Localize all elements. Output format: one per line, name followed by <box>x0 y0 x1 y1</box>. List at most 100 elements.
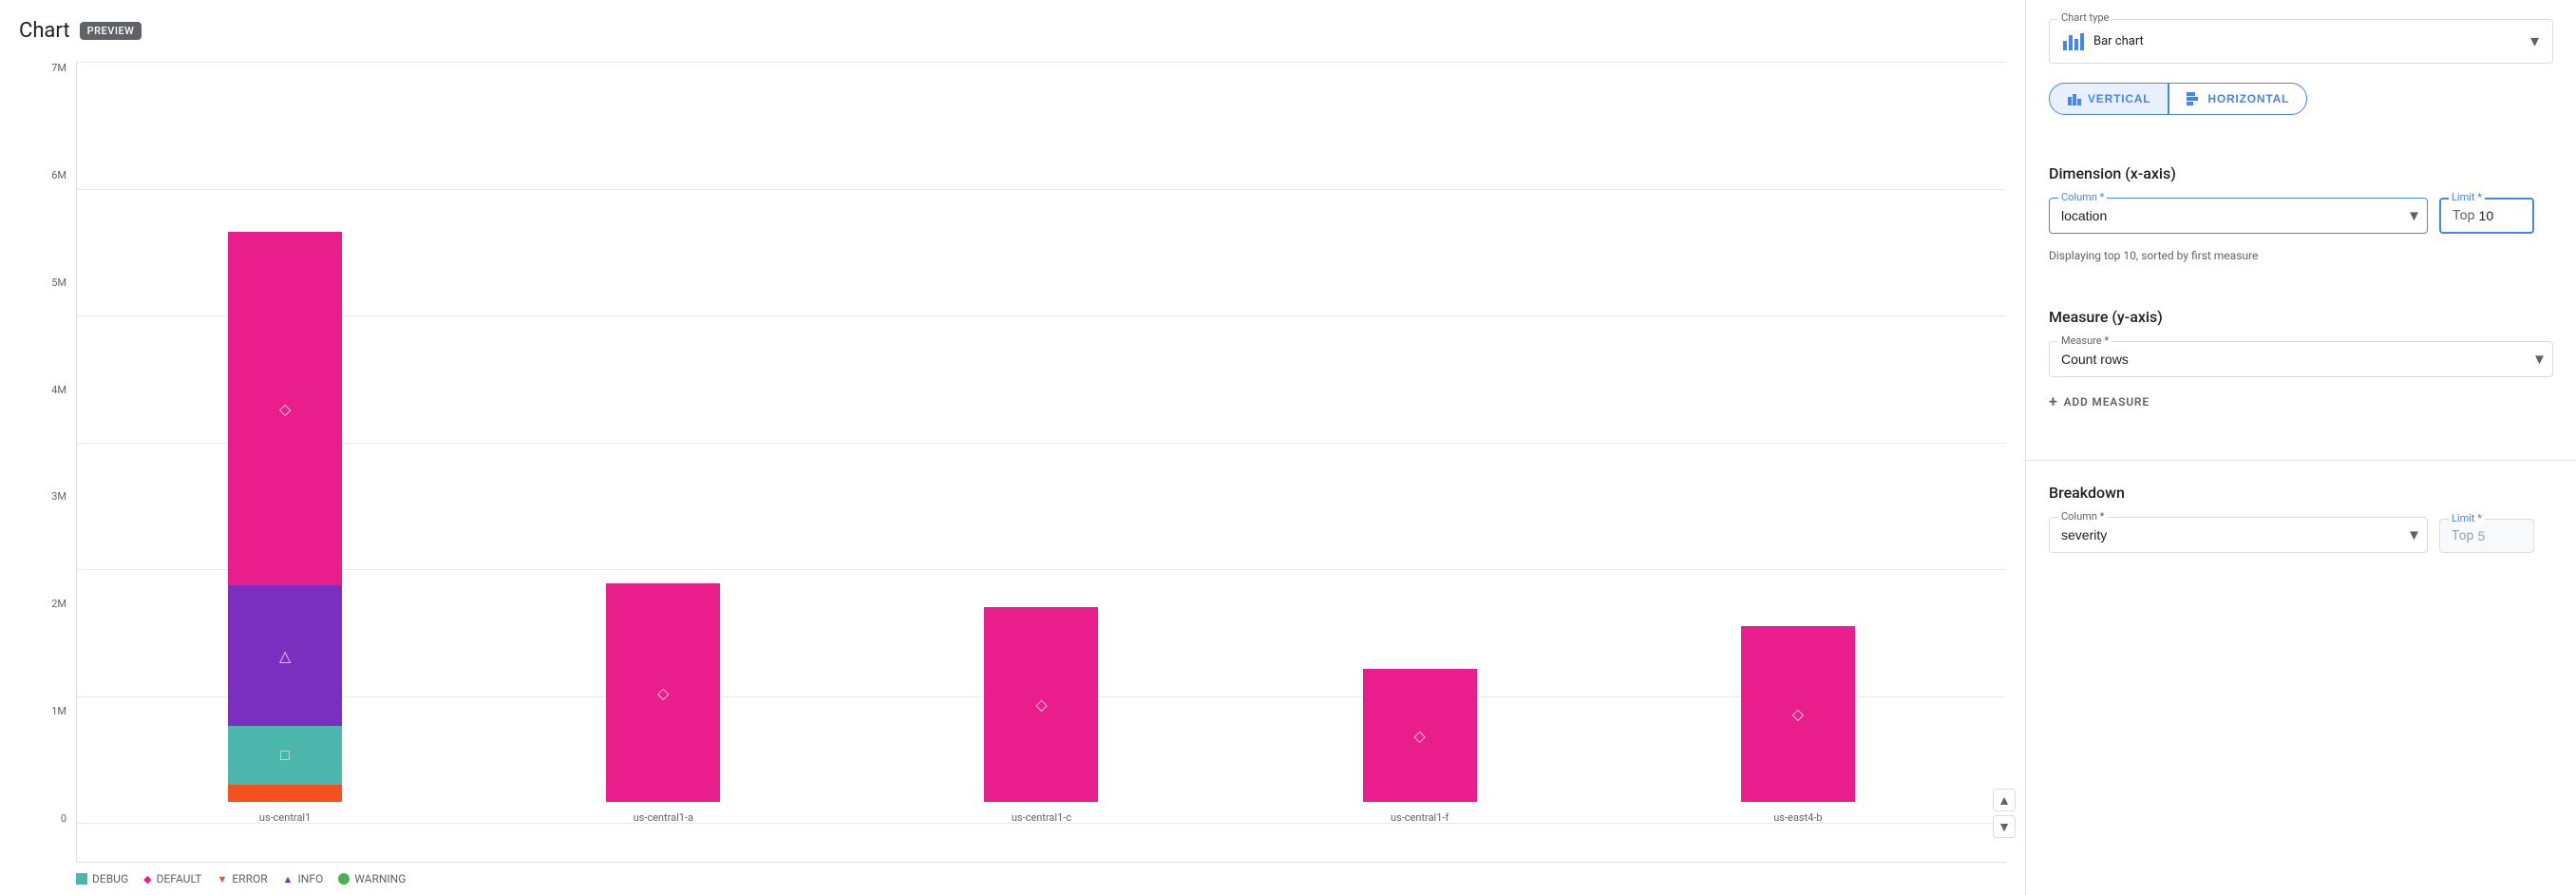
chart-type-label: Chart type <box>2058 11 2112 24</box>
bar-stack: ◇ <box>1363 669 1477 802</box>
info-shape: ▲ <box>283 873 294 885</box>
chart-container: 7M 6M 5M 4M 3M 2M 1M 0 <box>19 62 2006 885</box>
default-icon: ◇ <box>1035 695 1047 714</box>
measure-select-wrapper: Count rows ▾ <box>2049 341 2553 377</box>
bar-chart-icon <box>2063 33 2084 50</box>
column-label: Column * <box>2058 191 2107 203</box>
breakdown-limit-wrapper: Limit * Top <box>2439 519 2553 553</box>
preview-badge: PREVIEW <box>80 22 142 40</box>
dimension-field-row: Column * location ▾ Limit * Top <box>2049 198 2553 234</box>
y-label-7m: 7M <box>51 62 66 74</box>
default-label: DEFAULT <box>157 872 202 885</box>
bar-stack: ◇ <box>984 607 1098 802</box>
legend: DEBUG ◆ DEFAULT ▼ ERROR ▲ INFO WARNING <box>19 863 2006 885</box>
error-label: ERROR <box>232 872 267 885</box>
plus-icon: + <box>2049 392 2058 410</box>
legend-warning: WARNING <box>338 872 406 885</box>
orientation-buttons: VERTICAL HORIZONTAL <box>2049 83 2553 115</box>
bar-col-us-central1: □ △ ◇ us-central1 <box>228 232 342 824</box>
legend-info: ▲ INFO <box>283 872 324 885</box>
legend-error: ▼ ERROR <box>217 872 267 885</box>
bar-col-us-central1-f: ◇ us-central1-f <box>1363 669 1477 824</box>
y-label-6m: 6M <box>51 169 66 181</box>
chart-type-section: Chart type Bar chart ▾ <box>2049 19 2553 138</box>
measure-select[interactable]: Count rows <box>2049 341 2553 377</box>
y-label-1m: 1M <box>51 705 66 717</box>
x-label-us-central1-a: us-central1-a <box>634 811 693 824</box>
legend-default: ◆ DEFAULT <box>143 872 201 885</box>
breakdown-title: Breakdown <box>2049 484 2553 502</box>
y-label-2m: 2M <box>51 598 66 610</box>
measure-title: Measure (y-axis) <box>2049 308 2553 326</box>
y-axis: 7M 6M 5M 4M 3M 2M 1M 0 <box>19 62 76 863</box>
x-label-us-central1-f: us-central1-f <box>1391 811 1449 824</box>
debug-label: DEBUG <box>92 872 128 885</box>
chart-type-dropdown[interactable]: Bar chart ▾ <box>2049 19 2553 64</box>
add-measure-button[interactable]: + ADD MEASURE <box>2049 392 2553 410</box>
breakdown-top-prefix: Top <box>2452 528 2474 543</box>
chart-type-arrow-icon: ▾ <box>2530 31 2539 51</box>
bar-segment-default: ◇ <box>228 232 342 585</box>
add-measure-label: ADD MEASURE <box>2064 395 2150 409</box>
info-label: INFO <box>298 872 324 885</box>
vertical-label: VERTICAL <box>2088 92 2150 105</box>
vertical-orientation-button[interactable]: VERTICAL <box>2049 83 2169 115</box>
horizontal-icon <box>2187 91 2202 106</box>
dimension-hint: Displaying top 10, sorted by first measu… <box>2049 249 2553 262</box>
y-label-4m: 4M <box>51 384 66 396</box>
limit-input[interactable] <box>2479 208 2508 223</box>
dimension-section: Dimension (x-axis) Column * location ▾ L… <box>2049 164 2553 281</box>
default-shape: ◆ <box>143 873 151 885</box>
default-icon: ◇ <box>657 684 669 702</box>
breakdown-section: Breakdown Column * severity ▾ Limit * To… <box>2049 484 2553 568</box>
breakdown-limit-label: Limit * <box>2449 512 2485 524</box>
chart-header: Chart PREVIEW <box>19 19 2006 43</box>
horizontal-label: HORIZONTAL <box>2207 92 2289 105</box>
bar-segment-debug: □ <box>228 726 342 785</box>
info-icon: △ <box>279 647 291 665</box>
bars-area: □ △ ◇ us-central1 <box>76 62 2006 863</box>
bar-segment-info: △ <box>228 585 342 726</box>
breakdown-column-label: Column * <box>2058 510 2107 523</box>
horizontal-orientation-button[interactable]: HORIZONTAL <box>2169 83 2307 115</box>
measure-label: Measure * <box>2058 334 2112 347</box>
chart-title: Chart <box>19 19 70 43</box>
bar-segment-default: ◇ <box>606 583 720 802</box>
bar-stack: □ △ ◇ <box>228 232 342 802</box>
breakdown-limit-input[interactable] <box>2478 528 2507 543</box>
right-panel: Chart type Bar chart ▾ <box>2025 0 2576 895</box>
chart-plot: 7M 6M 5M 4M 3M 2M 1M 0 <box>19 62 2006 863</box>
chart-type-container: Chart type Bar chart ▾ <box>2049 19 2553 64</box>
bar-segment-default: ◇ <box>984 607 1098 802</box>
chart-type-value: Bar chart <box>2093 34 2144 48</box>
legend-debug: DEBUG <box>76 872 128 885</box>
default-icon: ◇ <box>1792 705 1804 723</box>
bar-col-us-central1-c: ◇ us-central1-c <box>984 607 1098 824</box>
limit-field-wrapper: Limit * Top <box>2439 198 2553 234</box>
limit-label: Limit * <box>2449 191 2485 203</box>
debug-icon: □ <box>280 746 290 765</box>
default-icon: ◇ <box>279 400 291 418</box>
measure-field-group: Measure * Count rows ▾ <box>2049 341 2553 377</box>
y-label-5m: 5M <box>51 276 66 289</box>
bar-stack: ◇ <box>606 583 720 802</box>
top-prefix: Top <box>2453 208 2475 223</box>
warning-label: WARNING <box>354 872 406 885</box>
chart-area: Chart PREVIEW 7M 6M 5M 4M 3M 2M 1M 0 <box>0 0 2025 895</box>
x-label-us-east4-b: us-east4-b <box>1773 811 1822 824</box>
x-label-us-central1: us-central1 <box>259 811 311 824</box>
breakdown-field-row: Column * severity ▾ Limit * Top <box>2049 517 2553 553</box>
bar-col-us-east4-b: ◇ us-east4-b <box>1741 626 1855 824</box>
bar-segment-default: ◇ <box>1741 626 1855 802</box>
debug-color <box>76 873 87 885</box>
y-label-0: 0 <box>61 812 66 825</box>
bars-group: □ △ ◇ us-central1 <box>77 62 2006 824</box>
dimension-title: Dimension (x-axis) <box>2049 164 2553 182</box>
error-shape: ▼ <box>217 873 227 885</box>
default-icon: ◇ <box>1414 727 1426 745</box>
column-field-group: Column * location ▾ <box>2049 198 2428 234</box>
y-label-3m: 3M <box>51 490 66 503</box>
bar-stack: ◇ <box>1741 626 1855 802</box>
measure-field-row: Measure * Count rows ▾ <box>2049 341 2553 377</box>
breakdown-column-group: Column * severity ▾ <box>2049 517 2428 553</box>
